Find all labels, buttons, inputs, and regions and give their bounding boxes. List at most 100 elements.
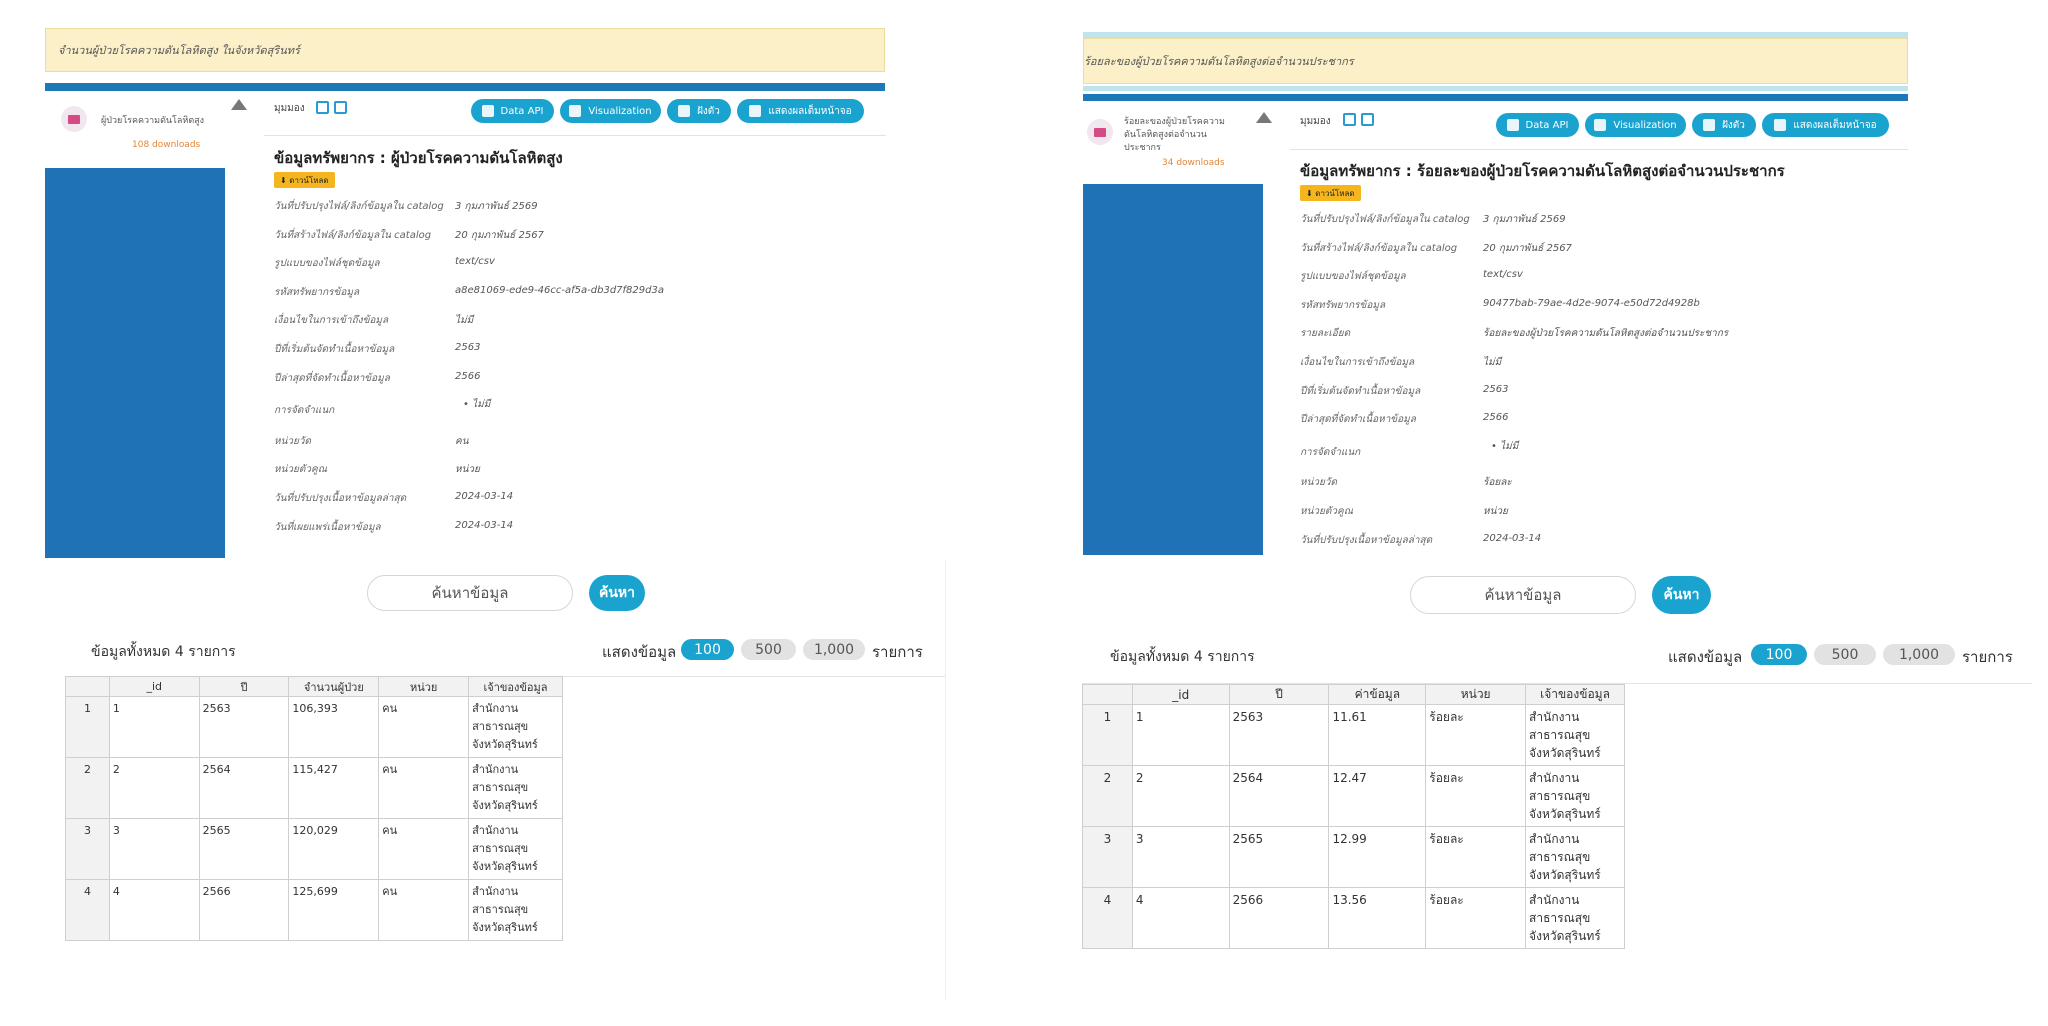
fullscreen-button[interactable]: แสดงผลเต็มหน้าจอ <box>1762 113 1889 137</box>
fullscreen-button[interactable]: แสดงผลเต็มหน้าจอ <box>737 99 864 123</box>
cell-value: 11.61 <box>1328 704 1427 766</box>
page-size-100[interactable]: 100 <box>681 639 734 660</box>
table-header-row: _id ปี จำนวนผู้ป่วย หน่วย เจ้าของข้อมูล <box>65 676 563 697</box>
column-header[interactable]: หน่วย <box>1425 684 1527 705</box>
page-size-500[interactable]: 500 <box>1814 644 1876 665</box>
metadata-label: รหัสทรัพยากรข้อมูล <box>1300 299 1386 311</box>
metadata-label: การจัดจำแนก <box>274 405 335 417</box>
metadata-label: หน่วยวัด <box>1300 477 1338 489</box>
page-size-100[interactable]: 100 <box>1751 644 1807 665</box>
metadata-value: 3 กุมภาพันธ์ 2569 <box>1483 214 1566 225</box>
cell-owner: สำนักงาน สาธารณสุข จังหวัดสุรินทร์ <box>1525 826 1625 888</box>
owner-line: สาธารณสุข <box>472 781 529 794</box>
owner-line: สำนักงาน <box>1529 710 1580 724</box>
column-header[interactable]: _id <box>1131 684 1230 705</box>
visualization-button[interactable]: Visualization <box>560 99 661 123</box>
column-header[interactable]: ปี <box>1228 684 1330 705</box>
download-count: 108 downloads <box>132 140 201 150</box>
total-count: ข้อมูลทั้งหมด 4 รายการ <box>91 644 236 660</box>
data-api-button[interactable]: Data API <box>471 99 554 123</box>
metadata-label: รูปแบบของไฟล์ชุดข้อมูล <box>1300 271 1406 283</box>
metadata-label: ปีที่เริ่มต้นจัดทำเนื้อหาข้อมูล <box>274 344 395 355</box>
owner-line: สาธารณสุข <box>1529 728 1591 742</box>
owner-line: สาธารณสุข <box>1529 911 1591 925</box>
search-input[interactable]: ค้นหาข้อมูล <box>1410 576 1636 614</box>
metadata-value: 20 กุมภาพันธ์ 2567 <box>455 229 544 241</box>
owner-line: จังหวัดสุรินทร์ <box>472 860 538 873</box>
metadata-label: หน่วยตัวคูณ <box>274 464 327 476</box>
metadata-value: 2563 <box>455 342 481 353</box>
chart-view-icon[interactable] <box>1361 113 1374 126</box>
view-label: มุมมอง <box>274 103 305 114</box>
search-button[interactable]: ค้นหา <box>589 575 645 611</box>
page-size-1000[interactable]: 1,000 <box>1883 644 1955 665</box>
metadata-label: ปีที่เริ่มต้นจัดทำเนื้อหาข้อมูล <box>1300 385 1421 397</box>
cell-year: 2563 <box>198 696 290 758</box>
column-header[interactable]: เจ้าของข้อมูล <box>1525 684 1625 705</box>
cell-unit: ร้อยละ <box>1425 704 1527 766</box>
visualization-button[interactable]: Visualization <box>1585 113 1686 137</box>
column-header[interactable]: _id <box>108 676 200 697</box>
metadata-label: การจัดจำแนก <box>1300 446 1361 458</box>
resource-list-item[interactable]: ร้อยละของผู้ป่วยโรคความ ดันโลหิตสูงต่อจำ… <box>1083 102 1263 184</box>
owner-line: สาธารณสุข <box>1529 789 1591 803</box>
table-row: 2 2 2564 115,427 คน สำนักงาน สาธารณสุข จังหวัดส… <box>65 757 563 819</box>
collapse-icon[interactable] <box>231 99 247 110</box>
metadata-value: 2566 <box>1483 412 1509 424</box>
sidebar-panel <box>45 168 225 558</box>
cell-owner: สำนักงาน สาธารณสุข จังหวัดสุรินทร์ <box>1525 765 1625 827</box>
metadata-label: วันที่เผยแพร่เนื้อหาข้อมูล <box>274 521 381 533</box>
owner-line: จังหวัดสุรินทร์ <box>472 738 538 751</box>
metadata-value: คน <box>455 435 469 447</box>
metadata-value: 2566 <box>455 370 481 382</box>
column-header[interactable]: ค่าข้อมูล <box>1328 684 1427 705</box>
cell-unit: ร้อยละ <box>1425 765 1527 827</box>
divider <box>1290 149 1908 150</box>
cell-value: 12.99 <box>1328 826 1427 888</box>
fullscreen-icon <box>1774 119 1787 131</box>
data-api-button[interactable]: Data API <box>1496 113 1579 137</box>
table-view-icon[interactable] <box>1343 113 1356 126</box>
search-button[interactable]: ค้นหา <box>1652 576 1711 614</box>
row-number: 3 <box>65 818 110 880</box>
cell-year: 2563 <box>1228 704 1330 766</box>
download-button[interactable]: ⬇ ดาวน์โหลด <box>274 172 335 188</box>
metadata-label: หน่วยตัวคูณ <box>1300 506 1353 517</box>
page-size-1000[interactable]: 1,000 <box>803 639 865 660</box>
cell-value: 13.56 <box>1328 887 1427 949</box>
table-row: 4 4 2566 125,699 คน สำนักงาน สาธารณสุข จังหวัดส… <box>65 879 563 941</box>
cell-id: 4 <box>1131 887 1230 949</box>
header-bar <box>1083 94 1908 101</box>
cell-id: 2 <box>108 757 200 819</box>
owner-line: สำนักงาน <box>472 763 519 776</box>
cell-owner: สำนักงาน สาธารณสุข จังหวัดสุรินทร์ <box>468 696 563 758</box>
collapse-icon[interactable] <box>1256 112 1272 123</box>
page-size-500[interactable]: 500 <box>741 639 796 660</box>
column-header[interactable]: เจ้าของข้อมูล <box>468 676 563 697</box>
metadata-value: • ไม่มี <box>1491 440 1519 452</box>
view-label: มุมมอง <box>1300 116 1331 127</box>
column-header[interactable]: จำนวนผู้ป่วย <box>288 676 380 697</box>
resource-list-item[interactable]: ผู้ป่วยโรคความดันโลหิตสูง 108 downloads <box>45 91 225 168</box>
column-header[interactable]: ปี <box>198 676 290 697</box>
table-view-icon[interactable] <box>316 101 329 114</box>
owner-line: สาธารณสุข <box>1529 850 1591 864</box>
row-number: 4 <box>1082 887 1133 949</box>
page-size-label: แสดงข้อมูล <box>1668 648 1743 666</box>
data-table: _id ปี ค่าข้อมูล หน่วย เจ้าของข้อมูล 112… <box>1082 684 1625 949</box>
api-icon <box>481 105 494 117</box>
chart-view-icon[interactable] <box>334 101 347 114</box>
row-number: 2 <box>1082 765 1133 827</box>
search-input[interactable]: ค้นหาข้อมูล <box>367 575 573 611</box>
metadata-label: วันที่ปรับปรุงไฟล์/ลิงก์ข้อมูลใน catalog <box>1300 214 1470 225</box>
embed-button[interactable]: ฝังตัว <box>1692 113 1756 137</box>
metadata-value: ร้อยละของผู้ป่วยโรคความดันโลหิตสูงต่อจำน… <box>1483 328 1729 340</box>
cell-unit: คน <box>378 757 470 819</box>
metadata-value: 2563 <box>1483 383 1509 395</box>
row-number: 2 <box>65 757 110 819</box>
download-button[interactable]: ⬇ ดาวน์โหลด <box>1300 185 1361 201</box>
embed-button[interactable]: ฝังตัว <box>667 99 731 123</box>
cell-unit: ร้อยละ <box>1425 826 1527 888</box>
column-header[interactable]: หน่วย <box>378 676 470 697</box>
metadata-value: 2024-03-14 <box>455 519 514 531</box>
